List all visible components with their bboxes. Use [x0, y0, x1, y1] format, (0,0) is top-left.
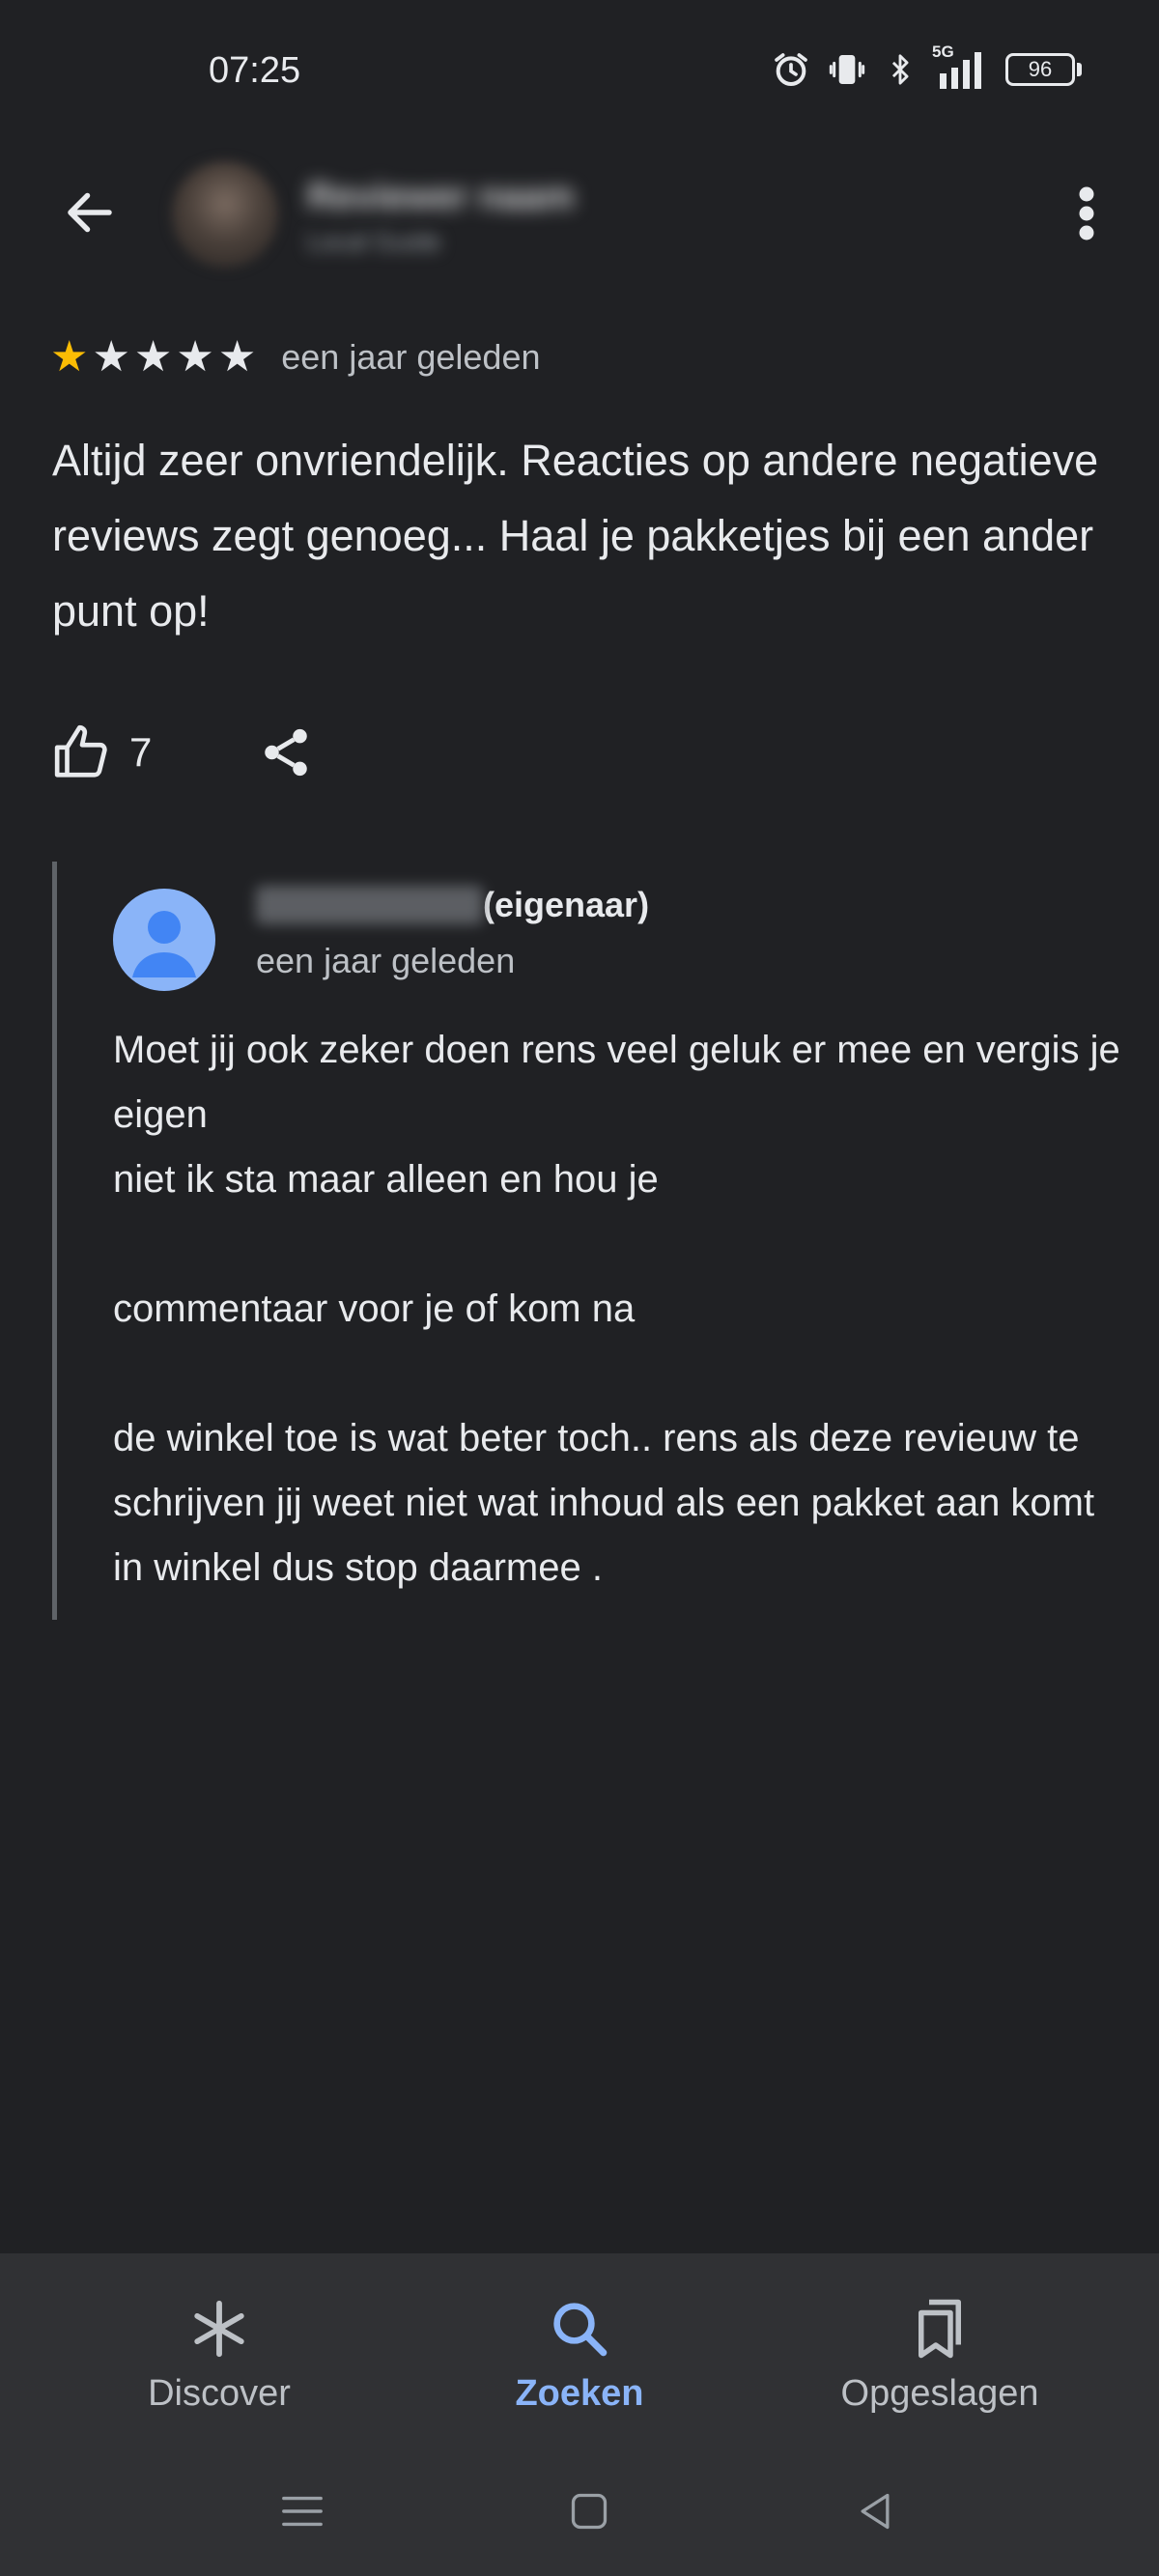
owner-reply: (eigenaar) een jaar geleden Moet jij ook… — [52, 862, 1124, 1620]
vibrate-icon — [828, 50, 866, 89]
menu-icon — [282, 2496, 323, 2527]
owner-label: (eigenaar) — [483, 885, 650, 924]
review-header: Reviewer naam Local Guide — [0, 159, 1159, 268]
back-triangle-icon — [861, 2493, 890, 2530]
author-name[interactable]: Reviewer naam — [307, 177, 575, 218]
author-subtitle: Local Guide — [307, 227, 441, 256]
nav-discover-label: Discover — [148, 2373, 291, 2414]
nav-discover[interactable]: Discover — [26, 2253, 412, 2427]
nav-zoeken-label: Zoeken — [515, 2373, 644, 2414]
rating-row: ★ ★ ★ ★ ★ een jaar geleden — [50, 336, 541, 379]
battery-tip — [1077, 63, 1082, 76]
nav-opgeslagen[interactable]: Opgeslagen — [747, 2253, 1133, 2427]
review-time: een jaar geleden — [281, 337, 541, 377]
review-actions: 7 — [52, 722, 314, 782]
star-icon: ★ — [217, 333, 257, 381]
arrow-back-icon — [68, 192, 112, 233]
nav-zoeken[interactable]: Zoeken — [386, 2253, 773, 2427]
status-icons: 5G 96 — [772, 42, 1082, 89]
more-vert-icon — [1079, 186, 1094, 241]
status-time: 07:25 — [209, 50, 301, 91]
author-avatar[interactable] — [172, 161, 278, 268]
home-square-icon — [571, 2493, 608, 2530]
system-home-button[interactable] — [560, 2482, 618, 2540]
star-icon: ★ — [50, 333, 89, 381]
thumb-up-icon — [54, 724, 107, 778]
share-button[interactable] — [258, 724, 314, 780]
back-button[interactable] — [56, 179, 124, 246]
star-rating: ★ ★ ★ ★ ★ — [50, 336, 256, 379]
signal-icon: 5G — [932, 42, 988, 89]
owner-name-redacted — [256, 886, 483, 924]
review-screen: 07:25 5G 96 Reviewer naam Local Guide ★ … — [0, 0, 1159, 2576]
owner-avatar — [113, 889, 215, 991]
system-back-button[interactable] — [846, 2482, 904, 2540]
more-options-button[interactable] — [1053, 177, 1120, 250]
review-text: Altijd zeer onvriendelijk. Reacties op a… — [52, 436, 1099, 636]
star-icon: ★ — [176, 333, 214, 381]
person-icon — [132, 911, 196, 977]
network-label: 5G — [932, 42, 954, 61]
like-count: 7 — [129, 729, 153, 775]
system-menu-button[interactable] — [273, 2482, 331, 2540]
alarm-icon — [772, 50, 810, 89]
status-bar: 07:25 5G 96 — [0, 0, 1159, 145]
system-navigation-bar — [0, 2453, 1159, 2560]
nav-opgeslagen-label: Opgeslagen — [840, 2373, 1039, 2414]
battery-level: 96 — [1005, 53, 1075, 86]
battery-icon: 96 — [1005, 53, 1082, 86]
search-icon — [553, 2303, 608, 2357]
reply-time: een jaar geleden — [256, 941, 516, 980]
share-icon — [265, 728, 308, 777]
star-icon: ★ — [92, 333, 130, 381]
reply-text: Moet jij ook zeker doen rens veel geluk … — [113, 1029, 1120, 1589]
star-icon: ★ — [133, 333, 173, 381]
bluetooth-icon — [884, 50, 917, 89]
owner-name-row: (eigenaar) — [256, 885, 649, 925]
bookmarks-icon — [919, 2299, 961, 2359]
like-button[interactable]: 7 — [52, 722, 152, 782]
asterisk-icon — [194, 2300, 244, 2358]
